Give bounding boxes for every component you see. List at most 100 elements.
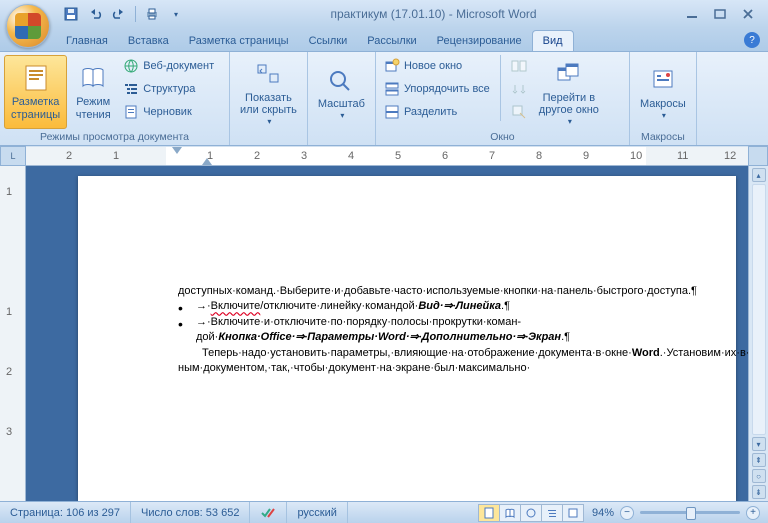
status-proofing[interactable] [250,502,287,523]
arrange-all-button[interactable]: Упорядочить все [380,78,494,100]
close-button[interactable] [736,5,760,23]
draft-label: Черновик [143,106,192,118]
ruler-tick: 12 [724,150,736,162]
next-page-icon[interactable]: ⇟ [752,485,766,499]
view-web-icon[interactable] [520,504,542,522]
qat-customize-icon[interactable]: ▾ [165,3,187,25]
switch-windows-label: Перейти в другое окно [539,92,599,117]
ruler-tick: 2 [254,150,260,162]
split-label: Разделить [404,106,457,118]
ruler-tick: 7 [489,150,495,162]
status-page[interactable]: Страница: 106 из 297 [0,502,131,523]
reading-layout-icon [77,62,109,94]
outline-icon [123,81,139,97]
view-print-icon[interactable] [478,504,500,522]
split-button[interactable]: Разделить [380,101,494,123]
horizontal-ruler[interactable]: 21123456789101112 [26,146,748,166]
view-outline-icon[interactable] [541,504,563,522]
draft-button[interactable]: Черновик [119,101,218,123]
ruler-tick: 1 [6,186,12,198]
doc-bullet-2: →·Включите·и·отключите·по·порядку·полосы… [178,315,686,346]
zoom-percent[interactable]: 94% [592,507,614,519]
window-group-label: Окно [380,129,625,145]
reading-layout-button[interactable]: Режим чтения [69,55,117,129]
new-window-label: Новое окно [404,60,462,72]
office-button[interactable] [6,4,50,48]
redo-icon[interactable] [108,3,130,25]
scroll-track[interactable] [752,184,766,435]
new-window-button[interactable]: Новое окно [380,55,494,77]
quick-print-icon[interactable] [141,3,163,25]
print-layout-label: Разметка страницы [11,96,60,121]
quick-access-toolbar: ▾ [60,3,187,25]
status-viewmode-buttons [479,504,584,522]
document-area: L 21123456789101112 1123 доступных·коман… [0,146,768,501]
zoom-button[interactable]: Масштаб▾ [312,55,371,129]
draft-icon [123,104,139,120]
ribbon-tabstrip: Главная Вставка Разметка страницы Ссылки… [0,28,768,52]
ruler-tick: 11 [677,150,688,162]
doc-text-p1: доступных·команд.·Выберите·и·добавьте·ча… [178,284,686,299]
help-icon[interactable]: ? [744,32,760,48]
status-word-count[interactable]: Число слов: 53 652 [131,502,250,523]
outline-label: Структура [143,83,195,95]
outline-button[interactable]: Структура [119,78,218,100]
switch-windows-button[interactable]: Перейти в другое окно▾ [533,55,605,129]
ruler-corner[interactable]: L [0,146,26,166]
vertical-ruler[interactable]: 1123 [0,166,26,501]
zoom-label: Масштаб [318,98,365,111]
scroll-up-icon[interactable]: ▴ [752,168,766,182]
ruler-tick: 6 [442,150,448,162]
prev-page-icon[interactable]: ⇞ [752,453,766,467]
tab-view[interactable]: Вид [532,30,574,51]
tab-mailings[interactable]: Рассылки [357,31,426,51]
view-reading-icon[interactable] [499,504,521,522]
sync-scroll-icon [511,81,527,97]
vertical-scrollbar[interactable]: ▴ ▾ ⇞ ○ ⇟ [748,166,768,501]
print-layout-button[interactable]: Разметка страницы [4,55,67,129]
views-group-label: Режимы просмотра документа [4,129,225,145]
view-draft-icon[interactable] [562,504,584,522]
document-page[interactable]: доступных·команд.·Выберите·и·добавьте·ча… [78,176,736,501]
save-icon[interactable] [60,3,82,25]
zoom-slider[interactable] [640,511,740,514]
reset-position-button[interactable] [507,101,531,123]
ribbon-view: Разметка страницы Режим чтения Веб-докум… [0,52,768,146]
show-hide-label: Показать или скрыть [240,92,297,117]
zoom-in-icon[interactable]: + [746,506,760,520]
switch-windows-icon [553,58,585,90]
browse-object-icon[interactable]: ○ [752,469,766,483]
proofing-icon [260,506,276,520]
ruler-tick: 1 [207,150,213,162]
tab-review[interactable]: Рецензирование [427,31,532,51]
show-hide-button[interactable]: Показать или скрыть▾ [234,55,303,129]
ruler-tick: 3 [6,426,12,438]
macros-button[interactable]: Макросы▾ [634,55,692,129]
ruler-tick: 3 [301,150,307,162]
zoom-out-icon[interactable]: − [620,506,634,520]
ruler-tick: 2 [6,366,12,378]
web-layout-button[interactable]: Веб-документ [119,55,218,77]
macros-group-label: Макросы [634,129,692,145]
status-language[interactable]: русский [287,502,347,523]
tab-home[interactable]: Главная [56,31,118,51]
scroll-down-icon[interactable]: ▾ [752,437,766,451]
undo-icon[interactable] [84,3,106,25]
sync-scroll-button[interactable] [507,78,531,100]
side-by-side-icon [511,58,527,74]
tab-page-layout[interactable]: Разметка страницы [179,31,299,51]
ruler-tick: 1 [113,150,119,162]
maximize-button[interactable] [708,5,732,23]
tab-references[interactable]: Ссылки [299,31,358,51]
minimize-button[interactable] [680,5,704,23]
split-icon [384,104,400,120]
qat-separator [135,6,136,22]
tab-insert[interactable]: Вставка [118,31,179,51]
print-layout-icon [20,62,52,94]
ruler-tick: 5 [395,150,401,162]
ruler-toggle-icon[interactable] [748,146,768,166]
side-by-side-button[interactable] [507,55,531,77]
ruler-tick: 9 [583,150,589,162]
new-window-icon [384,58,400,74]
arrange-all-icon [384,81,400,97]
